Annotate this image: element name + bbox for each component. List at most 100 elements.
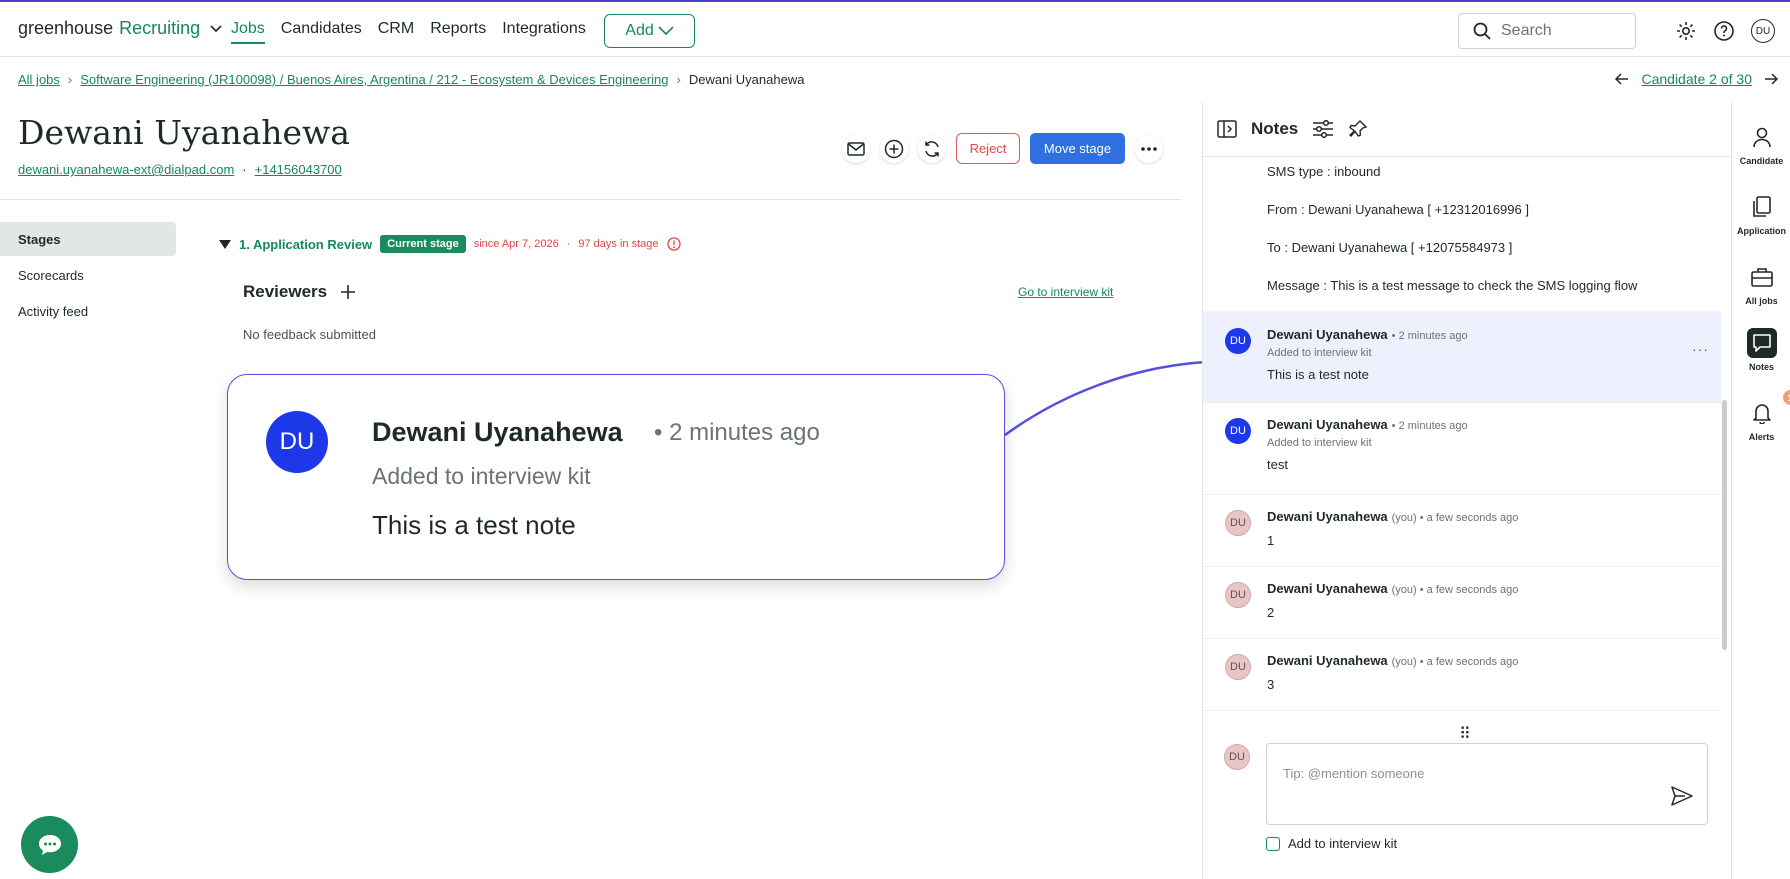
- email-button[interactable]: [842, 134, 870, 163]
- note-author-name: Dewani Uyanahewa: [1267, 327, 1388, 342]
- nav-integrations[interactable]: Integrations: [502, 20, 586, 44]
- plus-icon[interactable]: [339, 283, 357, 301]
- search-placeholder: Search: [1501, 22, 1552, 39]
- greenhouse-logo[interactable]: greenhouse Recruiting: [18, 18, 222, 39]
- chat-bubble-icon: [1746, 328, 1777, 358]
- bell-icon: 1: [1747, 390, 1790, 428]
- candidate-phone[interactable]: +14156043700: [255, 162, 342, 177]
- main-nav: Jobs Candidates CRM Reports Integrations: [231, 20, 586, 44]
- add-button[interactable]: Add: [604, 14, 695, 48]
- add-button-circle[interactable]: [880, 134, 908, 163]
- go-to-interview-kit-link[interactable]: Go to interview kit: [1018, 285, 1113, 299]
- user-avatar[interactable]: DU: [1751, 19, 1775, 43]
- breadcrumb-all-jobs[interactable]: All jobs: [18, 72, 60, 87]
- note-body: 1: [1267, 533, 1275, 548]
- caret-down-icon[interactable]: [219, 239, 231, 249]
- note-author-name: Dewani Uyanahewa: [1267, 509, 1388, 524]
- note-more-icon[interactable]: ···: [1692, 341, 1709, 357]
- composer-placeholder: Tip: @mention someone: [1283, 766, 1425, 781]
- nav-jobs[interactable]: Jobs: [231, 20, 265, 44]
- note-item[interactable]: DU Dewani Uyanahewa (you) • a few seconds…: [1203, 495, 1721, 567]
- rail-all-jobs[interactable]: All jobs: [1732, 262, 1790, 306]
- callout-text: This is a test note: [372, 510, 576, 540]
- breadcrumb-job[interactable]: Software Engineering (JR100098) / Buenos…: [80, 72, 668, 87]
- note-meta: • 2 minutes ago: [1391, 330, 1468, 342]
- note-item[interactable]: DU Dewani Uyanahewa • 2 minutes ago Added…: [1203, 403, 1721, 495]
- more-actions-button[interactable]: [1135, 134, 1163, 163]
- pin-icon[interactable]: [1348, 119, 1368, 139]
- rail-candidate[interactable]: Candidate: [1732, 122, 1790, 166]
- note-meta: (you) • a few seconds ago: [1391, 584, 1519, 596]
- callout-author: Dewani Uyanahewa: [372, 417, 623, 447]
- rail-application[interactable]: Application: [1732, 192, 1790, 236]
- send-icon[interactable]: [1671, 786, 1693, 806]
- note-meta: (you) • a few seconds ago: [1391, 512, 1519, 524]
- resize-grip-icon[interactable]: ⠿: [1459, 724, 1471, 744]
- avatar: DU: [1225, 418, 1251, 444]
- breadcrumb-current: Dewani Uyanahewa: [688, 72, 805, 87]
- search-input[interactable]: Search: [1458, 13, 1636, 49]
- notes-scrollbar[interactable]: [1722, 400, 1727, 650]
- nav-crm[interactable]: CRM: [378, 20, 414, 44]
- note-author-name: Dewani Uyanahewa: [1267, 653, 1388, 668]
- side-nav-activity-feed[interactable]: Activity feed: [0, 294, 176, 328]
- top-nav-bar: greenhouse Recruiting Jobs Candidates CR…: [0, 0, 1790, 57]
- avatar: DU: [1225, 654, 1251, 680]
- candidate-position-link[interactable]: Candidate 2 of 30: [1641, 71, 1752, 87]
- sms-to: To : Dewani Uyanahewa [ +12075584973 ]: [1267, 240, 1513, 255]
- avatar: DU: [1224, 744, 1250, 770]
- note-author: Dewani Uyanahewa (you) • a few seconds ag…: [1267, 581, 1518, 596]
- note-body: This is a test note: [1267, 367, 1369, 382]
- side-nav-scorecards[interactable]: Scorecards: [0, 258, 176, 292]
- checkbox-label: Add to interview kit: [1288, 836, 1398, 851]
- transfer-button[interactable]: [918, 134, 946, 163]
- help-icon[interactable]: [1713, 20, 1735, 42]
- avatar: DU: [1225, 582, 1251, 608]
- arrow-right-icon[interactable]: [1764, 73, 1778, 85]
- note-item[interactable]: DU Dewani Uyanahewa (you) • a few seconds…: [1203, 639, 1721, 711]
- rail-label: Application: [1737, 226, 1786, 236]
- brand-name: greenhouse: [18, 18, 114, 38]
- note-item[interactable]: DU Dewani Uyanahewa • 2 minutes ago Added…: [1203, 311, 1721, 403]
- side-nav-stages[interactable]: Stages: [0, 222, 176, 256]
- chevron-right-icon: ›: [676, 72, 681, 87]
- arrow-left-icon[interactable]: [1615, 73, 1629, 85]
- chevron-down-icon: [658, 26, 674, 36]
- search-icon: [1473, 22, 1491, 40]
- move-stage-button[interactable]: Move stage: [1030, 133, 1125, 164]
- rail-label: Notes: [1748, 362, 1774, 372]
- checkbox[interactable]: [1266, 836, 1280, 851]
- collapse-panel-icon[interactable]: [1217, 120, 1237, 138]
- gear-icon[interactable]: [1675, 20, 1697, 42]
- reject-button[interactable]: Reject: [956, 133, 1020, 164]
- stage-header[interactable]: 1. Application Review Current stage sinc…: [219, 235, 681, 253]
- filter-icon[interactable]: [1312, 120, 1334, 138]
- notes-panel-header: Notes: [1203, 102, 1733, 157]
- envelope-icon: [847, 141, 865, 156]
- rail-label: All jobs: [1745, 296, 1778, 306]
- rail-alerts[interactable]: 1 Alerts: [1732, 390, 1790, 442]
- alerts-count-badge: 1: [1782, 390, 1790, 405]
- note-meta: • 2 minutes ago: [1391, 420, 1468, 432]
- note-item[interactable]: DU Dewani Uyanahewa (you) • a few seconds…: [1203, 567, 1721, 639]
- support-chat-button[interactable]: [21, 816, 78, 873]
- nav-reports[interactable]: Reports: [430, 20, 486, 44]
- add-to-interview-kit-checkbox[interactable]: Add to interview kit: [1266, 836, 1397, 851]
- note-author: Dewani Uyanahewa (you) • a few seconds ag…: [1267, 653, 1518, 668]
- rail-label: Alerts: [1748, 432, 1775, 442]
- candidate-name: Dewani Uyanahewa: [18, 113, 350, 152]
- candidate-email[interactable]: dewani.uyanahewa-ext@dialpad.com: [18, 162, 234, 177]
- stage-title: 1. Application Review: [239, 236, 373, 252]
- rail-notes[interactable]: Notes: [1732, 328, 1790, 372]
- note-added: Added to interview kit: [1267, 347, 1372, 359]
- callout-added: Added to interview kit: [372, 463, 591, 489]
- reviewers-heading: Reviewers: [243, 282, 357, 302]
- top-icons: DU: [1675, 19, 1775, 43]
- candidate-contact: dewani.uyanahewa-ext@dialpad.com · +1415…: [18, 162, 342, 177]
- info-icon[interactable]: [666, 237, 681, 251]
- note-composer-input[interactable]: Tip: @mention someone: [1266, 743, 1708, 825]
- nav-candidates[interactable]: Candidates: [281, 20, 362, 44]
- separator-dot: ·: [566, 238, 571, 250]
- header-divider: [0, 199, 1182, 200]
- add-button-label: Add: [625, 22, 654, 39]
